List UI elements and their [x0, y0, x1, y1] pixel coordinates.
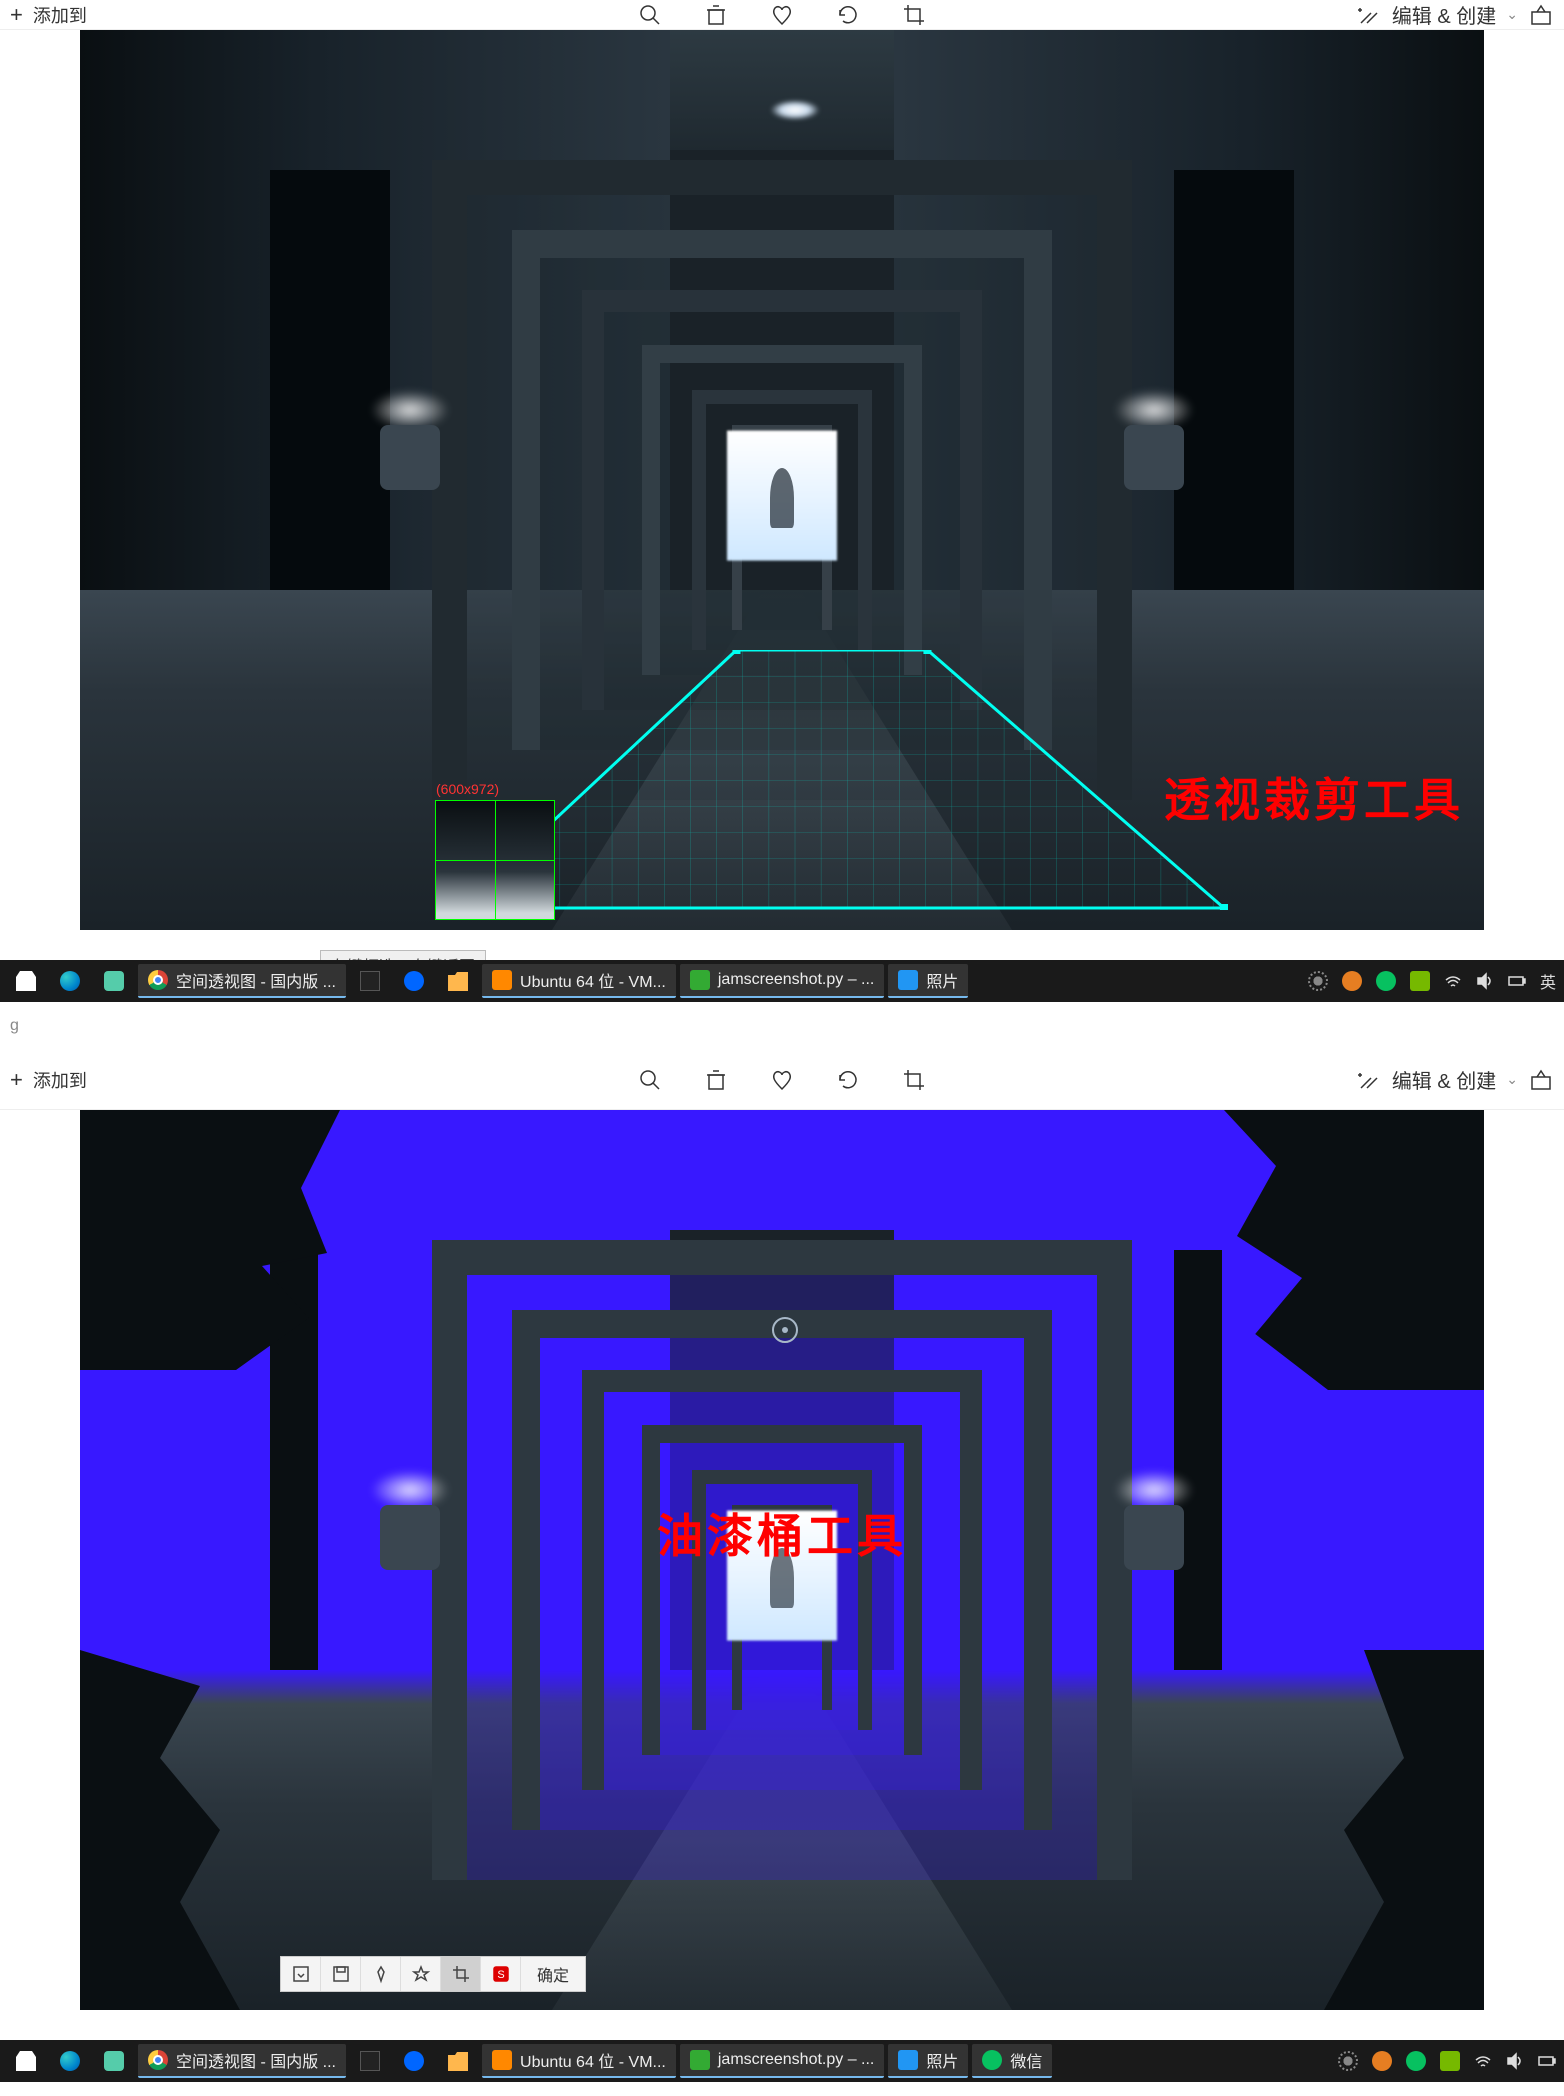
- pixel-magnifier: (600x972): [435, 800, 555, 920]
- add-to-label[interactable]: 添加到: [33, 1067, 87, 1093]
- annotation-label-2: 油漆桶工具: [657, 1500, 907, 1566]
- taskbar-store[interactable]: [6, 2044, 46, 2078]
- tray-app-icon[interactable]: [1342, 971, 1362, 991]
- tray-gear-icon[interactable]: [1308, 971, 1328, 991]
- windows-taskbar-2[interactable]: 空间透视图 - 国内版 ... Ubuntu 64 位 - VM... jams…: [0, 2040, 1564, 2082]
- tray-wechat-icon[interactable]: [1376, 971, 1396, 991]
- svg-text:S: S: [497, 1969, 504, 1981]
- wifi-icon[interactable]: [1474, 2052, 1492, 2070]
- taskbar-k[interactable]: [394, 2044, 434, 2078]
- add-to-label[interactable]: 添加到: [33, 2, 87, 28]
- image1-canvas[interactable]: (600x972) 透视裁剪工具: [80, 30, 1484, 930]
- magnifier-coords: (600x972): [436, 781, 499, 797]
- tray-app-icon[interactable]: [1372, 2051, 1392, 2071]
- tray-nvidia-icon[interactable]: [1440, 2051, 1460, 2071]
- delete-icon[interactable]: [703, 1067, 729, 1093]
- chevron-down-icon[interactable]: ⌄: [1506, 1071, 1518, 1088]
- screenshot-toolstrip[interactable]: S 确定: [280, 1956, 586, 1992]
- perspective-crop-overlay[interactable]: [455, 650, 1229, 910]
- plus-icon[interactable]: +: [10, 1067, 23, 1093]
- plus-icon[interactable]: +: [10, 2, 23, 28]
- taskbar-explorer[interactable]: [438, 2044, 478, 2078]
- ts-pin-button[interactable]: [361, 1957, 401, 1991]
- taskbar-terminal[interactable]: [350, 964, 390, 998]
- annotation-label-1: 透视裁剪工具: [1164, 764, 1464, 830]
- filename-label: g: [10, 1017, 19, 1035]
- rotate-icon[interactable]: [835, 2, 861, 28]
- zoom-icon[interactable]: [637, 2, 663, 28]
- taskbar-chat[interactable]: [94, 964, 134, 998]
- tray-wechat-icon[interactable]: [1406, 2051, 1426, 2071]
- taskbar-wechat[interactable]: 微信: [972, 2044, 1052, 2078]
- image1-wrap: (600x972) 透视裁剪工具 左键框选，右键返回: [0, 30, 1564, 960]
- chevron-down-icon[interactable]: ⌄: [1506, 6, 1518, 23]
- system-tray[interactable]: 英: [1308, 969, 1556, 993]
- taskbar-vmware[interactable]: Ubuntu 64 位 - VM...: [482, 2044, 676, 2078]
- ts-confirm-button[interactable]: 确定: [521, 1962, 585, 1986]
- share-icon[interactable]: [1528, 2, 1554, 28]
- taskbar-chrome[interactable]: 空间透视图 - 国内版 ...: [138, 964, 346, 998]
- share-icon[interactable]: [1528, 1067, 1554, 1093]
- heart-icon[interactable]: [769, 1067, 795, 1093]
- toolbar-center-icons-2: [637, 1067, 927, 1093]
- battery-icon[interactable]: [1508, 972, 1526, 990]
- taskbar-edge[interactable]: [50, 964, 90, 998]
- taskbar-chrome[interactable]: 空间透视图 - 国内版 ...: [138, 2044, 346, 2078]
- image2-canvas[interactable]: 油漆桶工具 S 确定: [80, 1110, 1484, 2010]
- edit-create-label[interactable]: 编辑 & 创建: [1392, 0, 1496, 29]
- taskbar-photos[interactable]: 照片: [888, 964, 968, 998]
- cursor-target-icon: [770, 1315, 800, 1345]
- photos-toolbar-partial: + 添加到 编辑 & 创建 ⌄: [0, 0, 1564, 30]
- taskbar-terminal[interactable]: [350, 2044, 390, 2078]
- ts-crop-button[interactable]: [441, 1957, 481, 1991]
- zoom-icon[interactable]: [637, 1067, 663, 1093]
- system-tray-2[interactable]: [1338, 2051, 1556, 2071]
- taskbar-edge[interactable]: [50, 2044, 90, 2078]
- delete-icon[interactable]: [703, 2, 729, 28]
- taskbar-photos[interactable]: 照片: [888, 2044, 968, 2078]
- ts-stamp-button[interactable]: S: [481, 1957, 521, 1991]
- taskbar-k[interactable]: [394, 964, 434, 998]
- edit-tools-icon[interactable]: [1356, 1067, 1382, 1093]
- rotate-icon[interactable]: [835, 1067, 861, 1093]
- toolbar-center-icons: [637, 2, 927, 28]
- taskbar-pycharm[interactable]: jamscreenshot.py – ...: [680, 2044, 885, 2078]
- taskbar-vmware[interactable]: Ubuntu 64 位 - VM...: [482, 964, 676, 998]
- crop-icon[interactable]: [901, 2, 927, 28]
- taskbar-explorer[interactable]: [438, 964, 478, 998]
- edit-create-label[interactable]: 编辑 & 创建: [1392, 1065, 1496, 1094]
- tray-gear-icon[interactable]: [1338, 2051, 1358, 2071]
- taskbar-pycharm[interactable]: jamscreenshot.py – ...: [680, 964, 885, 998]
- edit-tools-icon[interactable]: [1356, 2, 1382, 28]
- crop-icon[interactable]: [901, 1067, 927, 1093]
- ts-save-button[interactable]: [321, 1957, 361, 1991]
- photos-toolbar-2: + 添加到 编辑 & 创建 ⌄: [0, 1050, 1564, 1110]
- image2-wrap: 油漆桶工具 S 确定: [0, 1110, 1564, 2040]
- volume-icon[interactable]: [1476, 972, 1494, 990]
- windows-taskbar-1[interactable]: 空间透视图 - 国内版 ... Ubuntu 64 位 - VM... jams…: [0, 960, 1564, 1002]
- wifi-icon[interactable]: [1444, 972, 1462, 990]
- filename-strip: g: [0, 1002, 1564, 1050]
- taskbar-store[interactable]: [6, 964, 46, 998]
- section-1: + 添加到 编辑 & 创建 ⌄: [0, 0, 1564, 1002]
- volume-icon[interactable]: [1506, 2052, 1524, 2070]
- ts-export-button[interactable]: [281, 1957, 321, 1991]
- taskbar-chat[interactable]: [94, 2044, 134, 2078]
- battery-icon[interactable]: [1538, 2052, 1556, 2070]
- ts-star-button[interactable]: [401, 1957, 441, 1991]
- section-2: g + 添加到 编辑 & 创建 ⌄: [0, 1002, 1564, 2082]
- tray-nvidia-icon[interactable]: [1410, 971, 1430, 991]
- heart-icon[interactable]: [769, 2, 795, 28]
- ime-indicator[interactable]: 英: [1540, 969, 1556, 993]
